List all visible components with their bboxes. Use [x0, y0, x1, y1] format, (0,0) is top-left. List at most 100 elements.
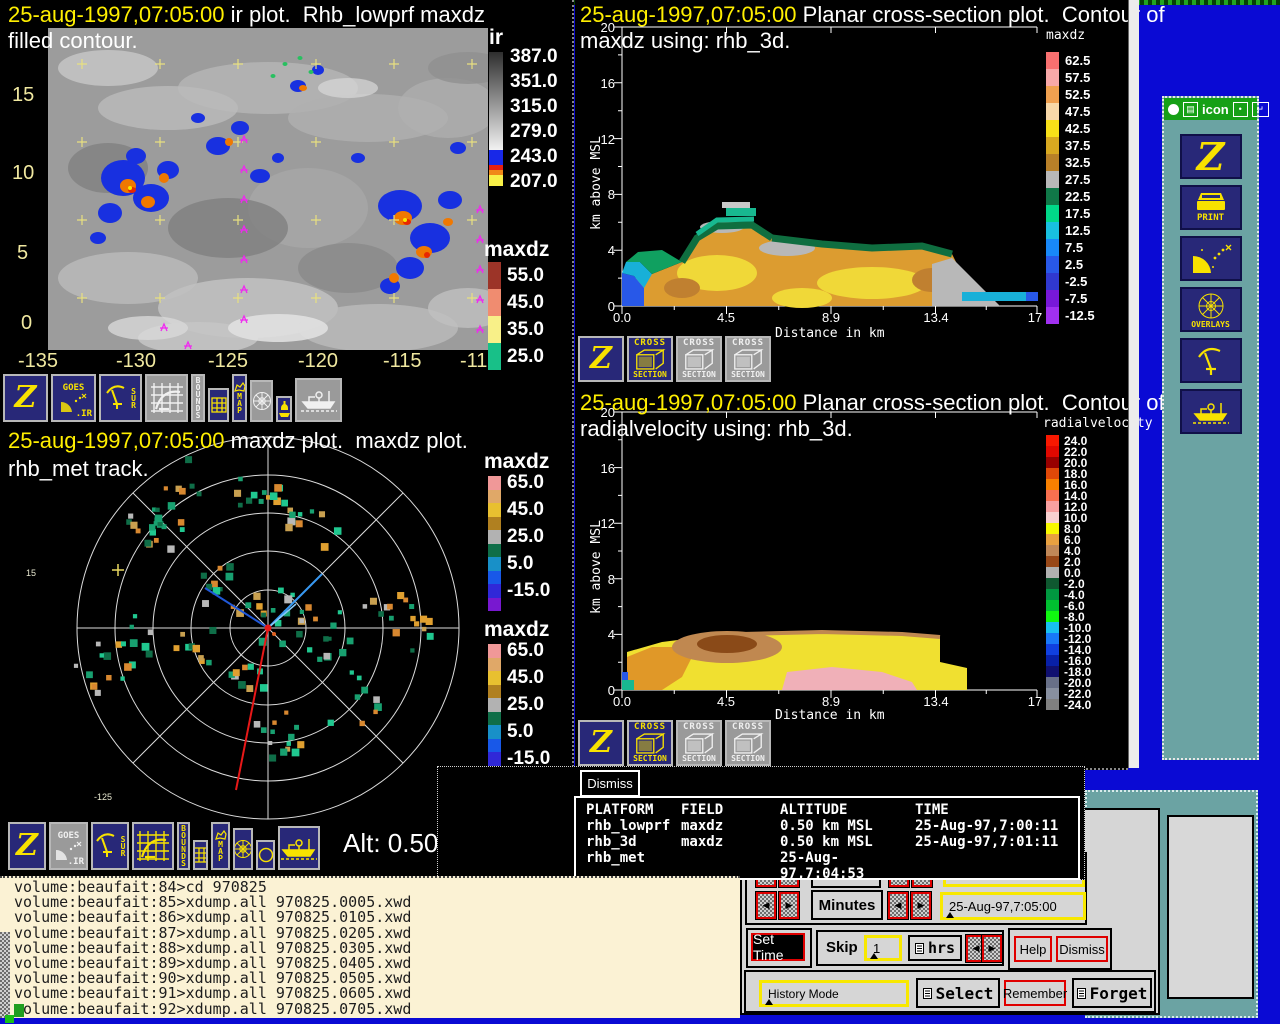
toolbar-button[interactable] [295, 378, 342, 422]
table-row[interactable]: rhb_lowprfmaxdz0.50 km MSL25-Aug-97,7:00… [576, 818, 1078, 834]
dock-button[interactable] [1180, 236, 1242, 281]
skip-group: Skip 1 hrs ◀ ▶ [816, 930, 1004, 966]
radar-grid-icon [135, 829, 171, 863]
range-label: 15 [26, 568, 36, 578]
window-title: 25-aug-1997,07:05:00 ir plot. Rhb_lowprf… [8, 2, 485, 28]
toolbar-button[interactable]: SUR [91, 822, 129, 870]
select-button[interactable]: Select [916, 978, 1000, 1008]
x-tick-label: 13.4 [923, 310, 948, 325]
colorbar-swatch [1046, 468, 1059, 479]
window-xsection-maxdz: 25-aug-1997,07:05:00 Planar cross-sectio… [575, 0, 1128, 387]
table-dismiss-button[interactable]: Dismiss [580, 770, 640, 797]
colorbar-tick: 14.0 [1064, 491, 1087, 501]
minutes-step-left-button[interactable]: ◀ [756, 892, 776, 919]
window-dot-button[interactable]: • [1233, 102, 1248, 117]
colorbar-swatch [1046, 69, 1059, 86]
history-mode-field[interactable]: History Mode [759, 980, 909, 1007]
colorbar-maxdz-2: 65.045.025.05.0-15.0 [488, 644, 550, 779]
toolbar-button[interactable]: Z [3, 374, 48, 422]
dismiss-button[interactable]: Dismiss [1056, 936, 1108, 962]
toolbar-button[interactable]: Z [578, 720, 624, 766]
colorbar-tick: -20.0 [1064, 678, 1091, 688]
help-button[interactable]: Help [1014, 936, 1052, 962]
toolbar-button[interactable] [250, 380, 273, 422]
terminal-window[interactable]: volume:beaufait:84>cd 970825volume:beauf… [0, 876, 740, 1018]
plot-windows-right-scrollbar[interactable] [1128, 0, 1139, 768]
toolbar-button[interactable]: BOUNDS [177, 822, 190, 870]
toolbar-button[interactable]: GOES .IR [49, 822, 88, 870]
toolbar-button[interactable] [132, 822, 174, 870]
y-tick-label: 20 [575, 20, 615, 35]
x-tick-label: 13.4 [923, 694, 948, 709]
text-caret [870, 953, 878, 959]
colorbar-tick: 7.5 [1065, 243, 1083, 253]
toolbar-button[interactable]: MAP [211, 822, 230, 870]
dock-button[interactable] [1180, 338, 1242, 383]
radar-ppi-display[interactable]: 15 -125 [0, 426, 480, 876]
grid-icon [211, 397, 227, 413]
colorbar-swatch [488, 685, 501, 699]
window-list-icon[interactable]: ▤ [1183, 102, 1198, 117]
toolbar-button[interactable]: CROSS SECTION [725, 336, 771, 382]
toolbar-button[interactable]: BOUNDS [191, 374, 205, 422]
table-header-cell: PLATFORM [586, 802, 681, 818]
skip-input-field[interactable]: 1 [864, 935, 902, 961]
toolbar-button[interactable]: CROSS SECTION [627, 336, 673, 382]
toolbar-button[interactable] [208, 388, 229, 422]
toolbar-button[interactable]: Z [578, 336, 624, 382]
y-tick-label: 4 [575, 243, 615, 258]
minutes-step-right-button[interactable]: ▶ [779, 892, 799, 919]
toolbar-button[interactable]: CROSS SECTION [676, 720, 722, 766]
colorbar-swatch [488, 584, 501, 598]
skip-forward-button[interactable]: ▶ [982, 935, 1002, 962]
table-row[interactable]: rhb_3dmaxdz0.50 km MSL25-Aug-97,7:01:11 [576, 834, 1078, 850]
remember-button[interactable]: Remember [1004, 980, 1066, 1006]
set-time-button[interactable]: Set Time [751, 933, 805, 961]
toolbar-button[interactable] [256, 840, 275, 870]
toolbar-button[interactable]: GOES .IR [51, 374, 96, 422]
y-tick-label: 20 [575, 405, 615, 420]
colorbar-swatch [1046, 222, 1059, 239]
table-header-cell: ALTITUDE [780, 802, 915, 818]
toolbar-button[interactable] [193, 840, 208, 870]
history-mode-group: History Mode Select Remember Forget [744, 970, 1156, 1013]
window-return-button[interactable]: ↵ [1252, 102, 1269, 117]
icon-panel-titlebar: ▤ icon • ↵ [1164, 98, 1257, 120]
help-dismiss-group: Help Dismiss [1008, 928, 1112, 970]
time-step-right-button[interactable]: ▶ [911, 892, 931, 919]
toolbar-button[interactable] [233, 828, 253, 870]
ir-satellite-image[interactable] [48, 28, 488, 350]
time-step-left-button[interactable]: ◀ [888, 892, 908, 919]
dock-button[interactable]: Z [1180, 134, 1242, 179]
toolbar-button[interactable] [278, 826, 320, 870]
forget-button[interactable]: Forget [1072, 978, 1152, 1008]
dock-button[interactable]: PRINT [1180, 185, 1242, 230]
toolbar-button[interactable]: CROSS SECTION [627, 720, 673, 766]
colorbar-swatch [488, 644, 501, 658]
colorbar-tick: 17.5 [1065, 209, 1090, 219]
time-input-field[interactable]: 25-Aug-97,7:05:00 [940, 892, 1086, 920]
toolbar-button[interactable]: Z [8, 822, 46, 870]
cell-time: 25-Aug-97,7:01:11 [915, 834, 1078, 850]
toolbar-button[interactable] [276, 396, 292, 422]
colorbar-swatch [1046, 655, 1059, 666]
skip-units-button[interactable]: hrs [908, 935, 962, 961]
dock-button[interactable] [1180, 389, 1242, 434]
toolbar-button[interactable]: CROSS SECTION [676, 336, 722, 382]
minutes-unit-button[interactable]: Minutes [811, 890, 883, 920]
desktop-corner-widget [5, 1015, 14, 1023]
toolbar-button[interactable]: SUR [99, 374, 142, 422]
terminal-scrollbar[interactable] [0, 932, 10, 1018]
colorbar-tick: 4.0 [1064, 546, 1081, 556]
dock-button[interactable]: OVERLAYS [1180, 287, 1242, 332]
colorbar-swatch [1046, 273, 1059, 290]
window-menu-icon[interactable] [1168, 104, 1179, 115]
radialvelocity-contours [622, 631, 967, 690]
toolbar-button[interactable]: MAP [232, 374, 247, 422]
toolbar-button[interactable]: CROSS SECTION [725, 720, 771, 766]
colorbar-tick: -12.5 [1065, 311, 1095, 321]
ir-toolbar: ZGOES .IR SUR BOUNDS MAP [3, 372, 342, 422]
toolbar-button[interactable] [145, 374, 188, 422]
lon-label: -125 [94, 792, 112, 802]
window-title-line2: filled contour. [8, 28, 138, 54]
